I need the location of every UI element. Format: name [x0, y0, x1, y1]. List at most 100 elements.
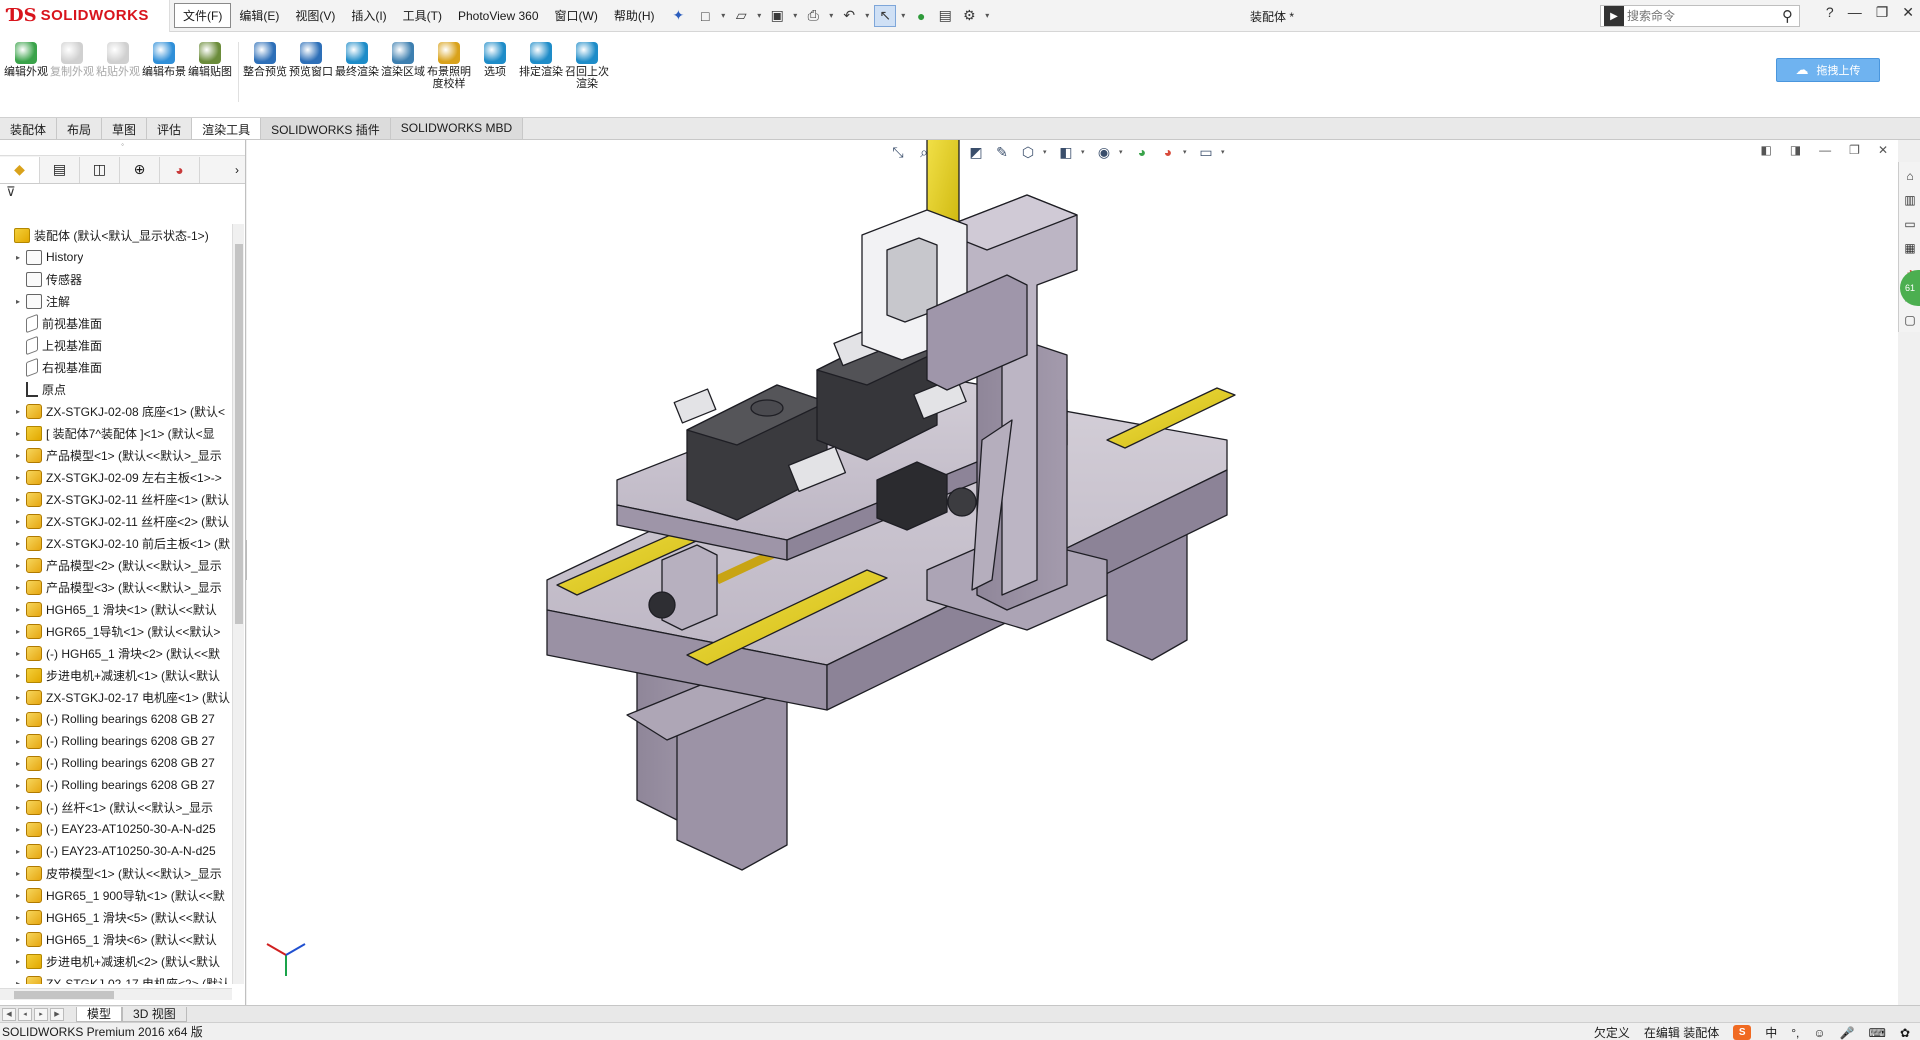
help-icon[interactable]: ?: [1826, 4, 1834, 21]
print-icon[interactable]: ⎙: [802, 5, 824, 27]
menu-item[interactable]: 帮助(H): [606, 4, 663, 27]
command-tab[interactable]: 草图: [102, 118, 148, 139]
scroll-thumb[interactable]: [14, 991, 114, 999]
tree-item[interactable]: 右视基准面: [0, 356, 232, 378]
menu-item[interactable]: 文件(F): [174, 3, 232, 28]
open-icon[interactable]: ▱: [730, 5, 752, 27]
expand-caret-icon[interactable]: ▸: [16, 627, 26, 636]
ribbon-button[interactable]: 召回上次渲染: [565, 42, 609, 117]
pin-icon[interactable]: ✦: [673, 7, 685, 24]
next-tab-arrow-icon[interactable]: ▸: [34, 1007, 48, 1021]
expand-caret-icon[interactable]: ▸: [16, 429, 26, 438]
tree-item[interactable]: 原点: [0, 378, 232, 400]
expand-caret-icon[interactable]: ▸: [16, 605, 26, 614]
bottom-tab[interactable]: 模型: [76, 1006, 123, 1022]
ime-emoji-icon[interactable]: ☺: [1813, 1026, 1825, 1040]
save-icon[interactable]: ▣: [766, 5, 788, 27]
tree-item[interactable]: ▸ 产品模型<1> (默认<<默认>_显示: [0, 444, 232, 466]
tree-item[interactable]: ▸ ZX-STGKJ-02-08 底座<1> (默认<: [0, 400, 232, 422]
design-library-icon[interactable]: ▥: [1900, 190, 1920, 210]
tree-item[interactable]: ▸ ZX-STGKJ-02-17 电机座<2> (默认: [0, 972, 232, 984]
solidworks-logo[interactable]: ƊS SOLIDWORKS: [0, 0, 170, 32]
ribbon-button[interactable]: 复制外观: [50, 42, 94, 117]
command-tab[interactable]: SOLIDWORKS 插件: [261, 118, 391, 139]
ribbon-button[interactable]: 布景照明度校样: [427, 42, 471, 117]
ribbon-button[interactable]: 整合预览: [243, 42, 287, 117]
expand-caret-icon[interactable]: ▸: [16, 297, 26, 306]
command-tab[interactable]: 评估: [147, 118, 193, 139]
expand-caret-icon[interactable]: ▸: [16, 451, 26, 460]
solidworks-resources-home-icon[interactable]: ⌂: [1900, 166, 1920, 186]
tree-item[interactable]: 传感器: [0, 268, 232, 290]
tree-item[interactable]: ▸ (-) 丝杆<1> (默认<<默认>_显示: [0, 796, 232, 818]
restore-icon[interactable]: ❐: [1876, 4, 1889, 21]
tree-item[interactable]: ▸ History: [0, 246, 232, 268]
expand-caret-icon[interactable]: ▸: [16, 693, 26, 702]
ribbon-button[interactable]: 预览窗口: [289, 42, 333, 117]
options-gear-icon[interactable]: ⚙: [958, 5, 980, 27]
undo-icon[interactable]: ↶: [838, 5, 860, 27]
close-icon[interactable]: ✕: [1902, 4, 1914, 21]
tree-item[interactable]: ▸ (-) Rolling bearings 6208 GB 27: [0, 708, 232, 730]
tree-item[interactable]: ▸ ZX-STGKJ-02-10 前后主板<1> (默: [0, 532, 232, 554]
tree-vertical-scrollbar[interactable]: [232, 224, 244, 984]
undo-dropdown-icon[interactable]: ▾: [862, 11, 872, 20]
scroll-thumb[interactable]: [235, 244, 243, 624]
expand-caret-icon[interactable]: ▸: [16, 935, 26, 944]
tree-item[interactable]: ▸ 步进电机+减速机<1> (默认<默认: [0, 664, 232, 686]
expand-caret-icon[interactable]: ▸: [16, 847, 26, 856]
expand-caret-icon[interactable]: ▸: [16, 561, 26, 570]
ribbon-button[interactable]: 粘贴外观: [96, 42, 140, 117]
print-dropdown-icon[interactable]: ▾: [826, 11, 836, 20]
panel-grip-icon[interactable]: ◦: [0, 140, 245, 156]
tree-horizontal-scrollbar[interactable]: [0, 988, 232, 1000]
expand-caret-icon[interactable]: ▸: [16, 671, 26, 680]
tree-item[interactable]: ▸ 产品模型<3> (默认<<默认>_显示: [0, 576, 232, 598]
property-manager-tab-icon[interactable]: ▤: [40, 156, 80, 183]
expand-caret-icon[interactable]: ▸: [16, 913, 26, 922]
command-tab[interactable]: 装配体: [0, 118, 58, 139]
ribbon-button[interactable]: 渲染区域: [381, 42, 425, 117]
expand-caret-icon[interactable]: ▸: [16, 495, 26, 504]
expand-caret-icon[interactable]: ▸: [16, 583, 26, 592]
command-tab[interactable]: SOLIDWORKS MBD: [390, 118, 524, 139]
tree-item[interactable]: ▸ (-) Rolling bearings 6208 GB 27: [0, 774, 232, 796]
expand-caret-icon[interactable]: ▸: [16, 649, 26, 658]
expand-caret-icon[interactable]: ▸: [16, 473, 26, 482]
tree-item[interactable]: ▸ (-) EAY23-AT10250-30-A-N-d25: [0, 818, 232, 840]
display-manager-tab-icon[interactable]: ◕: [160, 156, 200, 183]
tree-item[interactable]: ▸ ZX-STGKJ-02-09 左右主板<1>->: [0, 466, 232, 488]
expand-caret-icon[interactable]: ▸: [16, 737, 26, 746]
open-dropdown-icon[interactable]: ▾: [754, 11, 764, 20]
drag-upload-button[interactable]: ☁ 拖拽上传: [1776, 58, 1880, 82]
expand-caret-icon[interactable]: ▸: [16, 979, 26, 985]
menu-item[interactable]: 工具(T): [395, 4, 450, 27]
tree-item[interactable]: ▸ HGR65_1导轨<1> (默认<<默认>: [0, 620, 232, 642]
ime-punctuation-icon[interactable]: °,: [1791, 1026, 1799, 1040]
command-tab[interactable]: 渲染工具: [192, 118, 262, 139]
expand-caret-icon[interactable]: ▸: [16, 957, 26, 966]
ime-voice-icon[interactable]: 🎤: [1840, 1026, 1855, 1040]
command-tab[interactable]: 布局: [57, 118, 103, 139]
expand-caret-icon[interactable]: ▸: [16, 517, 26, 526]
expand-caret-icon[interactable]: ▸: [16, 759, 26, 768]
ribbon-button[interactable]: 排定渲染: [519, 42, 563, 117]
tree-item[interactable]: ▸ (-) HGH65_1 滑块<2> (默认<<默: [0, 642, 232, 664]
file-properties-icon[interactable]: ▤: [934, 5, 956, 27]
rebuild-icon[interactable]: ●: [910, 5, 932, 27]
expand-caret-icon[interactable]: ▸: [16, 869, 26, 878]
ribbon-button[interactable]: 编辑布景: [142, 42, 186, 117]
magnifier-icon[interactable]: ⚲: [1782, 7, 1799, 25]
first-tab-arrow-icon[interactable]: ◀: [2, 1007, 16, 1021]
select-arrow-icon[interactable]: ↖: [874, 4, 897, 27]
new-document-icon[interactable]: □: [694, 5, 716, 27]
tree-item[interactable]: ▸ HGH65_1 滑块<6> (默认<<默认: [0, 928, 232, 950]
tree-item[interactable]: ▸ (-) Rolling bearings 6208 GB 27: [0, 752, 232, 774]
tree-item[interactable]: ▸ 注解: [0, 290, 232, 312]
tree-item[interactable]: ▸ 步进电机+减速机<2> (默认<默认: [0, 950, 232, 972]
minimize-icon[interactable]: —: [1848, 4, 1862, 21]
prev-tab-arrow-icon[interactable]: ◂: [18, 1007, 32, 1021]
expand-caret-icon[interactable]: ▸: [16, 891, 26, 900]
graphics-area[interactable]: ⤡ ⌕ ⟲ ◩ ✎ ⬡▾ ◧▾ ◉▾ ◕ ◕▾ ▭▾ ◧ ◨ — ❐ ✕: [247, 140, 1898, 1005]
tree-item[interactable]: 前视基准面: [0, 312, 232, 334]
